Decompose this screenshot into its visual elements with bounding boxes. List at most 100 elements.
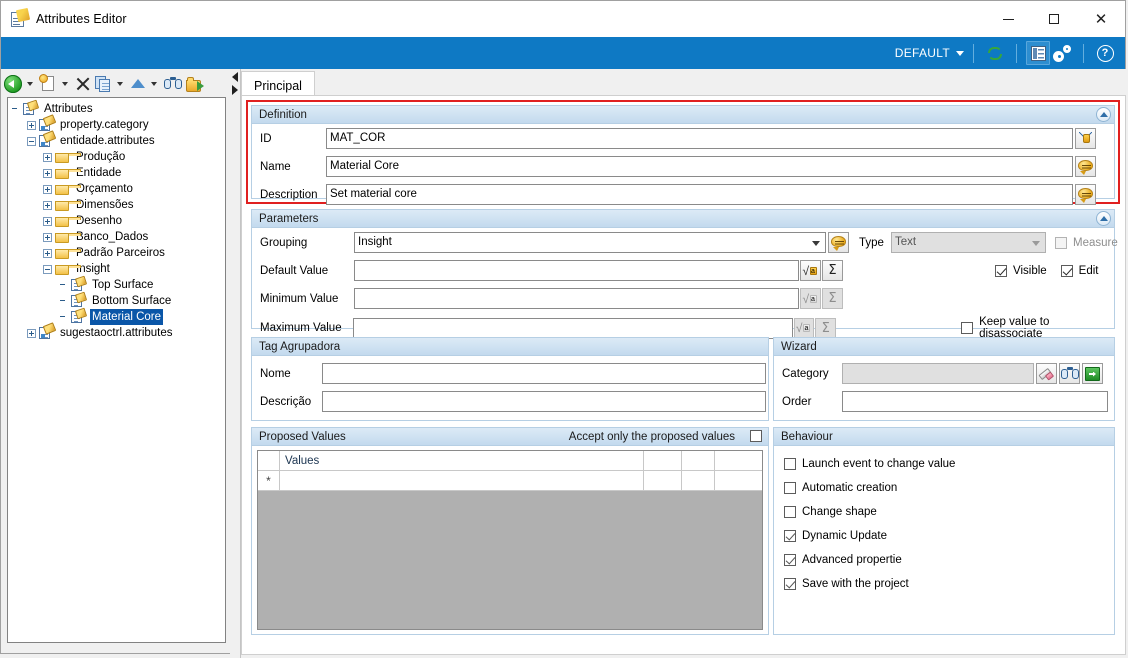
- clear-category-button[interactable]: [1036, 363, 1057, 384]
- name-input[interactable]: Material Core: [326, 156, 1073, 177]
- settings-button[interactable]: [1050, 41, 1074, 65]
- default-value-sigma-button[interactable]: Σ: [822, 260, 843, 281]
- name-translate-button[interactable]: [1075, 156, 1096, 177]
- expand-node-icon[interactable]: [43, 232, 52, 242]
- tree-node[interactable]: Padrão Parceiros: [11, 245, 225, 261]
- tree-node[interactable]: Bottom Surface: [11, 291, 225, 309]
- collapse-left-icon[interactable]: [232, 72, 238, 82]
- tree-node[interactable]: Produção: [11, 149, 225, 165]
- behaviour-checkbox[interactable]: [784, 578, 796, 590]
- tree-node[interactable]: Insight: [11, 261, 225, 277]
- behaviour-checkbox[interactable]: [784, 530, 796, 542]
- behaviour-checkbox[interactable]: [784, 554, 796, 566]
- wizard-category-input[interactable]: [842, 363, 1034, 384]
- row-value-cell[interactable]: [280, 471, 644, 490]
- type-combo[interactable]: Text: [891, 232, 1046, 253]
- table-row[interactable]: *: [258, 471, 762, 491]
- grouping-translate-button[interactable]: [828, 232, 849, 253]
- report-button[interactable]: [1026, 41, 1050, 65]
- behaviour-item[interactable]: Save with the project: [784, 572, 1108, 596]
- tag-nome-input[interactable]: [322, 363, 766, 384]
- behaviour-item[interactable]: Launch event to change value: [784, 452, 1108, 476]
- copy-button[interactable]: [93, 71, 114, 97]
- tree-node[interactable]: Top Surface: [11, 275, 225, 293]
- go-category-button[interactable]: [1082, 363, 1103, 384]
- attributes-tree-panel[interactable]: Attributes property.category entidade.attr…: [7, 97, 226, 643]
- expand-node-icon[interactable]: [27, 120, 36, 130]
- behaviour-item[interactable]: Advanced propertie: [784, 548, 1108, 572]
- minimum-value-formula-button[interactable]: √ a: [800, 288, 821, 309]
- behaviour-item[interactable]: Dynamic Update: [784, 524, 1108, 548]
- refresh-button[interactable]: [983, 41, 1007, 65]
- maximize-button[interactable]: [1031, 1, 1077, 37]
- behaviour-checkbox[interactable]: [784, 506, 796, 518]
- tree-node[interactable]: Banco_Dados: [11, 229, 225, 245]
- profile-selector[interactable]: DEFAULT: [895, 46, 964, 60]
- id-input[interactable]: MAT_COR: [326, 128, 1073, 149]
- accept-only-row[interactable]: Accept only the proposed values: [569, 429, 742, 444]
- default-value-input[interactable]: [354, 260, 799, 281]
- behaviour-checkbox[interactable]: [784, 482, 796, 494]
- promote-button[interactable]: [128, 71, 148, 97]
- tree-node[interactable]: Orçamento: [11, 181, 225, 197]
- delete-button[interactable]: [73, 71, 93, 97]
- measure-checkbox[interactable]: [1055, 236, 1067, 249]
- expand-node-icon[interactable]: [43, 152, 52, 162]
- new-dropdown[interactable]: [59, 71, 73, 97]
- copy-dropdown[interactable]: [114, 71, 128, 97]
- accept-only-checkbox[interactable]: [750, 430, 762, 442]
- close-button[interactable]: ✕: [1077, 1, 1125, 37]
- edit-checkbox[interactable]: [1060, 264, 1073, 277]
- export-button[interactable]: [184, 71, 206, 97]
- tree-node[interactable]: Material Core: [11, 307, 225, 325]
- description-translate-button[interactable]: [1075, 184, 1096, 205]
- expand-node-icon[interactable]: [43, 216, 52, 226]
- back-button[interactable]: [2, 71, 24, 97]
- expand-node-icon[interactable]: [43, 200, 52, 210]
- minimize-button[interactable]: [985, 1, 1031, 37]
- help-button[interactable]: ?: [1093, 41, 1117, 65]
- panel-splitter[interactable]: [230, 69, 241, 658]
- expand-node-icon[interactable]: [43, 248, 52, 258]
- wizard-order-input[interactable]: [842, 391, 1108, 412]
- tree-node[interactable]: property.category: [11, 114, 225, 133]
- measure-checkbox-row[interactable]: Measure: [1055, 236, 1118, 249]
- maximum-value-input[interactable]: [352, 317, 793, 339]
- tree-node[interactable]: Desenho: [11, 213, 225, 229]
- tree-node[interactable]: Attributes: [11, 99, 225, 117]
- minimum-value-sigma-button[interactable]: Σ: [822, 288, 843, 309]
- tree-node[interactable]: Entidade: [11, 165, 225, 181]
- expand-node-icon[interactable]: [43, 168, 52, 178]
- expand-node-icon[interactable]: [43, 184, 52, 194]
- grouping-combo[interactable]: Insight: [354, 232, 826, 253]
- description-input[interactable]: Set material core: [326, 184, 1073, 205]
- behaviour-item[interactable]: Automatic creation: [784, 476, 1108, 500]
- tree-node[interactable]: sugestaoctrl.attributes: [11, 322, 225, 341]
- maximum-value-sigma-button[interactable]: Σ: [815, 317, 837, 339]
- collapse-node-icon[interactable]: [27, 136, 36, 146]
- definition-collapse-button[interactable]: [1096, 107, 1111, 122]
- promote-dropdown[interactable]: [148, 71, 162, 97]
- visible-checkbox[interactable]: [995, 264, 1007, 277]
- visible-checkbox-row[interactable]: Visible: [995, 264, 1047, 277]
- new-button[interactable]: [38, 71, 59, 97]
- behaviour-checkbox[interactable]: [784, 458, 796, 470]
- edit-checkbox-row[interactable]: Edit: [1060, 264, 1099, 277]
- tree-node[interactable]: entidade.attributes: [11, 130, 225, 149]
- find-category-button[interactable]: [1059, 363, 1080, 384]
- find-button[interactable]: [162, 71, 184, 97]
- back-dropdown[interactable]: [24, 71, 38, 97]
- minimum-value-input[interactable]: [354, 288, 799, 309]
- expand-node-icon[interactable]: [27, 328, 36, 338]
- parameters-collapse-button[interactable]: [1096, 211, 1111, 226]
- expand-right-icon[interactable]: [232, 85, 238, 95]
- behaviour-item[interactable]: Change shape: [784, 500, 1108, 524]
- default-value-formula-button[interactable]: √ a: [800, 260, 821, 281]
- keep-value-checkbox[interactable]: [961, 322, 974, 334]
- maximum-value-formula-button[interactable]: √ a: [793, 317, 815, 339]
- tree-node[interactable]: Dimensões: [11, 197, 225, 213]
- collapse-node-icon[interactable]: [43, 264, 52, 274]
- id-link-button[interactable]: [1075, 128, 1096, 149]
- proposed-values-table[interactable]: Values *: [257, 450, 763, 630]
- tag-descricao-input[interactable]: [322, 391, 766, 412]
